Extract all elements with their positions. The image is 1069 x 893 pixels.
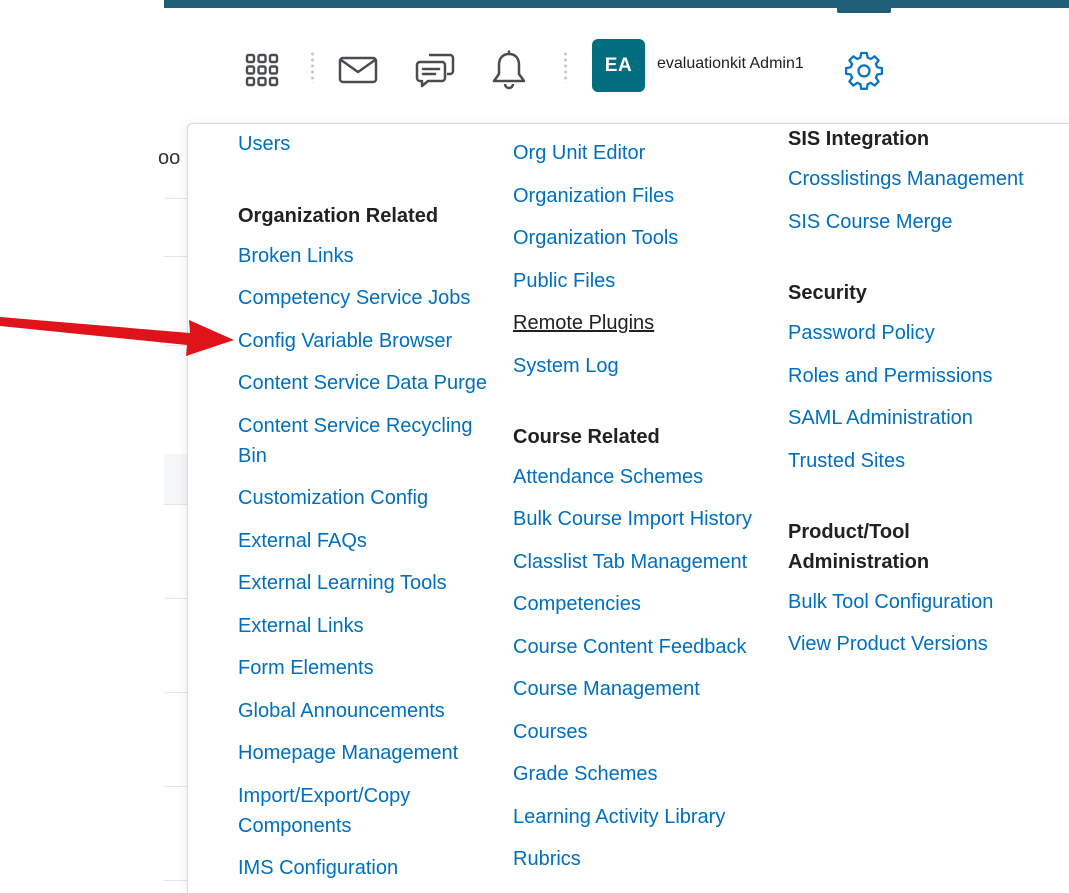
menu-link-view-product-versions[interactable]: View Product Versions xyxy=(788,629,988,659)
menu-link-crosslistings-management[interactable]: Crosslistings Management xyxy=(788,164,1024,194)
menu-link-sis-course-merge[interactable]: SIS Course Merge xyxy=(788,207,953,237)
avatar[interactable]: EA xyxy=(592,39,645,92)
top-bar xyxy=(164,0,1069,8)
section-heading-sis-integration: SIS Integration xyxy=(788,128,930,150)
menu-link-system-log[interactable]: System Log xyxy=(513,351,619,381)
menu-link-trusted-sites[interactable]: Trusted Sites xyxy=(788,446,905,476)
menu-link-org-unit-editor[interactable]: Org Unit Editor xyxy=(513,138,645,168)
chat-icon[interactable] xyxy=(410,45,460,95)
menu-link-grade-schemes[interactable]: Grade Schemes xyxy=(513,759,658,789)
menu-link-import-export-copy-components[interactable]: Import/Export/Copy xyxy=(238,781,410,811)
gear-icon[interactable] xyxy=(839,45,889,95)
background-content: oo xyxy=(158,123,188,892)
menu-link-form-elements[interactable]: Form Elements xyxy=(238,653,374,683)
section-heading-organization: Organization Related xyxy=(238,205,439,227)
menu-link-content-service-recycling-bin-line2[interactable]: Bin xyxy=(238,441,267,471)
nav-separator xyxy=(564,51,567,83)
menu-link-bulk-course-import-history[interactable]: Bulk Course Import History xyxy=(513,504,752,534)
nav-separator xyxy=(311,51,314,83)
menu-link-broken-links[interactable]: Broken Links xyxy=(238,241,354,271)
top-navbar: EA evaluationkit Admin1 xyxy=(164,13,1069,123)
menu-link-competencies[interactable]: Competencies xyxy=(513,589,641,619)
menu-link-saml-administration[interactable]: SAML Administration xyxy=(788,403,973,433)
section-heading-security: Security xyxy=(788,282,867,304)
menu-link-ims-configuration[interactable]: IMS Configuration xyxy=(238,853,398,883)
menu-link-import-export-copy-components-line2[interactable]: Components xyxy=(238,811,351,841)
menu-link-customization-config[interactable]: Customization Config xyxy=(238,483,428,513)
menu-link-competency-service-jobs[interactable]: Competency Service Jobs xyxy=(238,283,470,313)
menu-link-external-links[interactable]: External Links xyxy=(238,611,364,641)
menu-link-remote-plugins[interactable]: Remote Plugins xyxy=(513,308,654,338)
menu-link-attendance-schemes[interactable]: Attendance Schemes xyxy=(513,462,703,492)
menu-link-bulk-tool-configuration[interactable]: Bulk Tool Configuration xyxy=(788,587,993,617)
section-heading-product-tool-line2: Administration xyxy=(788,551,930,573)
menu-link-organization-tools[interactable]: Organization Tools xyxy=(513,223,678,253)
section-heading-course: Course Related xyxy=(513,426,660,448)
admin-tools-menu: Users Organization Related Broken Links … xyxy=(187,123,1069,893)
menu-link-homepage-management[interactable]: Homepage Management xyxy=(238,738,458,768)
menu-link-external-faqs[interactable]: External FAQs xyxy=(238,526,367,556)
menu-link-roles-and-permissions[interactable]: Roles and Permissions xyxy=(788,361,993,391)
menu-link-classlist-tab-management[interactable]: Classlist Tab Management xyxy=(513,547,747,577)
menu-link-course-content-feedback[interactable]: Course Content Feedback xyxy=(513,632,746,662)
menu-link-course-management[interactable]: Course Management xyxy=(513,674,700,704)
menu-link-public-files[interactable]: Public Files xyxy=(513,266,615,296)
menu-link-config-variable-browser[interactable]: Config Variable Browser xyxy=(238,326,452,356)
menu-link-organization-files[interactable]: Organization Files xyxy=(513,181,674,211)
menu-link-rubrics[interactable]: Rubrics xyxy=(513,844,581,874)
red-arrow-annotation xyxy=(0,317,234,356)
menu-link-password-policy[interactable]: Password Policy xyxy=(788,318,935,348)
menu-link-content-service-recycling-bin[interactable]: Content Service Recycling xyxy=(238,411,473,441)
apps-grid-icon[interactable] xyxy=(237,45,287,95)
background-text: oo xyxy=(158,147,181,169)
mail-icon[interactable] xyxy=(333,45,383,95)
menu-link-external-learning-tools[interactable]: External Learning Tools xyxy=(238,568,447,598)
menu-link-learning-activity-library[interactable]: Learning Activity Library xyxy=(513,802,725,832)
menu-link-users[interactable]: Users xyxy=(238,129,290,159)
user-name[interactable]: evaluationkit Admin1 xyxy=(657,55,804,73)
menu-link-global-announcements[interactable]: Global Announcements xyxy=(238,696,445,726)
menu-link-content-service-data-purge[interactable]: Content Service Data Purge xyxy=(238,368,487,398)
section-heading-product-tool: Product/Tool xyxy=(788,521,910,543)
menu-link-courses[interactable]: Courses xyxy=(513,717,587,747)
bell-icon[interactable] xyxy=(484,45,534,95)
